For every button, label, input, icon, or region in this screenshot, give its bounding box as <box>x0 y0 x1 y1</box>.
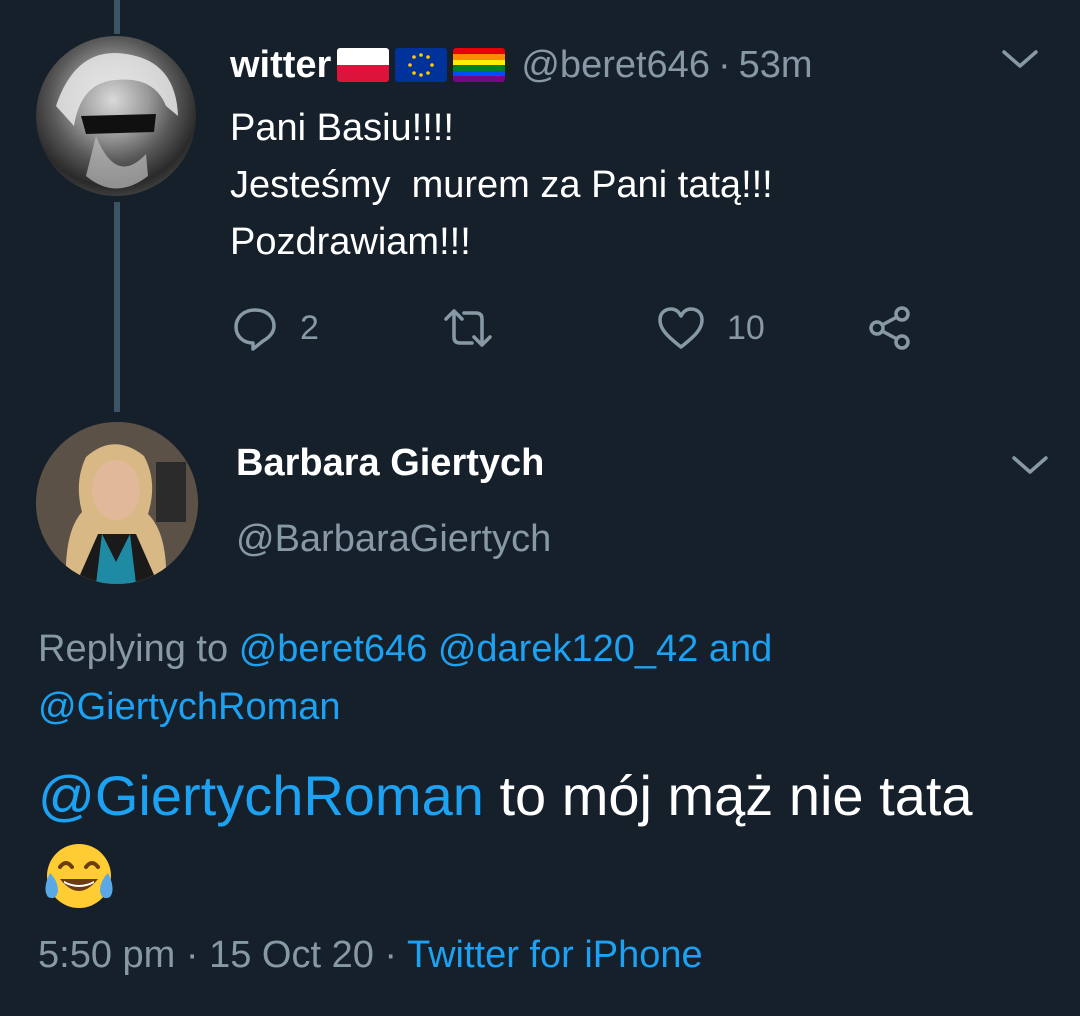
tweet-text: @GiertychRoman to mój mąż nie tata <box>38 755 1048 923</box>
tweet-text: Pani Basiu!!!! Jesteśmy murem za Pani ta… <box>230 100 773 271</box>
handle[interactable]: @BarbaraGiertych <box>236 518 551 561</box>
mention-link[interactable]: @GiertychRoman <box>38 764 484 827</box>
rainbow-flag-icon <box>453 48 506 82</box>
retweet-button[interactable] <box>440 300 496 356</box>
tweet-line: Pozdrawiam!!! <box>230 221 471 263</box>
avatar-witter[interactable] <box>36 36 196 196</box>
tweet-meta: 5:50 pm · 15 Oct 20 · Twitter for iPhone <box>38 934 703 977</box>
chevron-down-icon[interactable] <box>1010 450 1050 480</box>
tweet-time[interactable]: 5:50 pm <box>38 934 175 976</box>
separator: · <box>384 934 398 976</box>
tweet-line: Pani Basiu!!!! <box>230 107 454 149</box>
tweet-source[interactable]: Twitter for iPhone <box>407 934 703 976</box>
tweet-date[interactable]: 15 Oct 20 <box>209 934 374 976</box>
eu-flag-icon <box>395 48 448 82</box>
separator: · <box>185 934 199 976</box>
thread-line <box>114 202 120 412</box>
poland-flag-icon <box>337 48 390 82</box>
timestamp[interactable]: 53m <box>739 44 813 87</box>
mention-link[interactable]: @GiertychRoman <box>38 686 341 728</box>
display-name[interactable]: witter <box>230 44 331 87</box>
replying-prefix: Replying to <box>38 628 229 670</box>
heart-icon <box>658 307 704 349</box>
reply-icon <box>234 308 276 351</box>
tweet-header: witter @beret646 · 53m <box>230 38 813 92</box>
tweet-body-text: to mój mąż nie tata <box>499 764 973 827</box>
chevron-down-icon[interactable] <box>1000 44 1040 74</box>
mention-link[interactable]: @darek120_42 <box>438 628 698 670</box>
replying-to: Replying to @beret646 @darek120_42 and @… <box>38 620 1038 736</box>
display-name[interactable]: Barbara Giertych <box>236 442 544 485</box>
avatar-barbara-giertych[interactable] <box>36 422 198 584</box>
reply-button[interactable]: 2 <box>230 300 319 356</box>
retweet-icon <box>444 309 492 347</box>
separator: · <box>717 43 731 86</box>
like-button[interactable]: 10 <box>655 300 765 356</box>
share-icon <box>869 306 910 350</box>
thread-line-top <box>114 0 120 34</box>
reply-count: 2 <box>300 308 319 347</box>
tweet-line: Jesteśmy murem za Pani tatą!!! <box>230 164 773 206</box>
handle[interactable]: @beret646 <box>521 44 710 87</box>
tweet-actions: 2 10 <box>230 300 950 356</box>
replying-and[interactable]: and <box>709 628 772 670</box>
share-button[interactable] <box>865 300 915 356</box>
mention-link[interactable]: @beret646 <box>239 628 428 670</box>
tears-of-joy-emoji-icon <box>40 837 118 915</box>
like-count: 10 <box>727 308 765 347</box>
